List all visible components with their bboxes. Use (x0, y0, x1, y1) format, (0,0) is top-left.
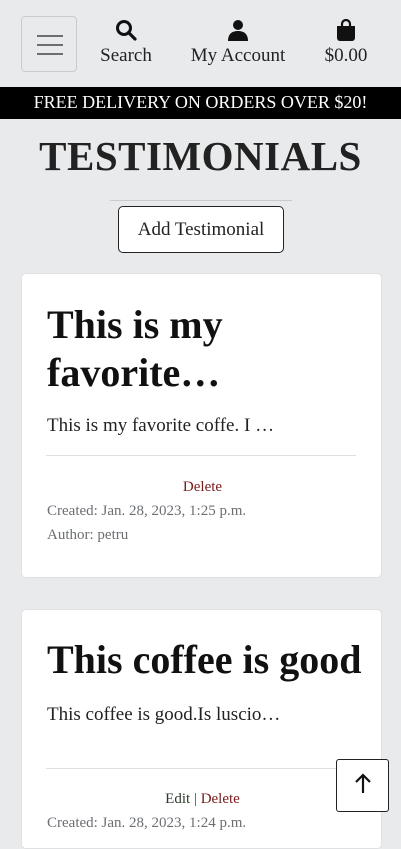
action-separator: | (193, 791, 197, 807)
add-testimonial-button[interactable]: Add Testimonial (118, 206, 284, 253)
nav-bag-link[interactable]: $0.00 (320, 18, 372, 67)
user-icon (186, 18, 290, 42)
page-title: TESTIMONIALS (39, 133, 362, 179)
testimonial-actions: Edit | Delete (22, 791, 383, 808)
menu-toggle-button[interactable] (21, 16, 77, 72)
card-divider (46, 455, 356, 456)
testimonial-body: This is my favorite coffe. I … (47, 415, 275, 436)
testimonial-card: This is my favorite… This is my favorite… (21, 273, 382, 578)
arrow-up-icon (353, 772, 373, 799)
testimonial-body: This coffee is good.Is luscio… (47, 704, 281, 725)
title-divider (110, 200, 292, 201)
testimonial-created: Created: Jan. 28, 2023, 1:25 p.m. (47, 503, 247, 519)
top-navbar: Search My Account $0.00 (0, 0, 401, 88)
nav-search-link[interactable]: Search (96, 18, 156, 67)
search-icon (96, 18, 156, 42)
promo-banner: FREE DELIVERY ON ORDERS OVER $20! (0, 87, 401, 119)
testimonial-actions: Delete (22, 479, 383, 496)
nav-search-label: Search (100, 45, 152, 66)
testimonial-card: This coffee is good This coffee is good.… (21, 609, 382, 849)
shopping-bag-icon (320, 18, 372, 42)
nav-account-link[interactable]: My Account (186, 18, 290, 67)
testimonial-author: Author: petru (47, 527, 129, 543)
testimonial-title: This coffee is good (47, 637, 362, 682)
promo-text: FREE DELIVERY ON ORDERS OVER $20! (33, 92, 368, 112)
testimonial-title: This is my favorite… (47, 302, 223, 395)
delete-link[interactable]: Delete (201, 791, 240, 807)
card-divider (46, 768, 356, 769)
nav-bag-total: $0.00 (324, 45, 368, 66)
delete-link[interactable]: Delete (183, 479, 222, 495)
back-to-top-button[interactable] (336, 759, 389, 812)
nav-account-label: My Account (190, 45, 286, 66)
edit-link[interactable]: Edit (165, 791, 190, 807)
